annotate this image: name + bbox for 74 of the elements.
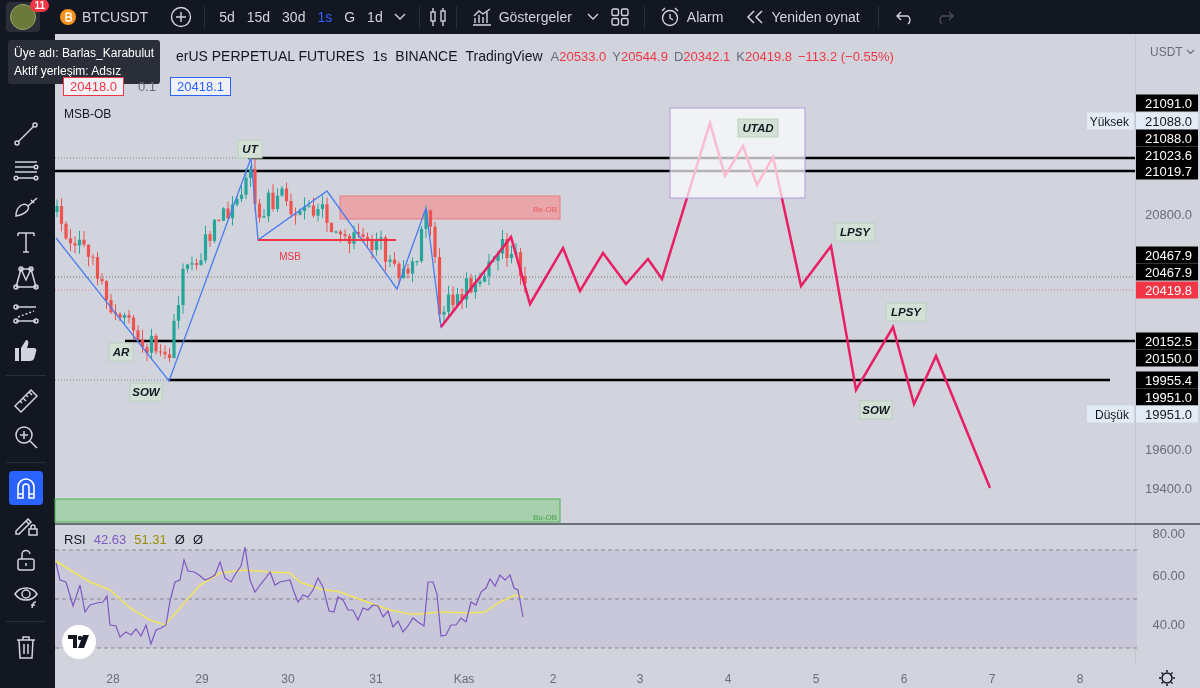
price-tick: 19600.0 [1145,442,1192,457]
interval-tab[interactable]: 5d [213,5,241,29]
symbol-title: erUS PERPETUAL FUTURES [176,48,365,64]
interval-tab[interactable]: 1s [311,5,339,29]
wyckoff-label: UTAD [737,118,779,138]
interval-label: 1s [372,48,388,64]
alarm-button[interactable]: Alarm [652,2,730,32]
tooltip-line: Aktif yerleşim: Adsız [14,63,123,80]
coin-icon [60,9,76,25]
ohlc-value: D20342.1 [673,49,731,64]
rsi-tick: 60.00 [1152,568,1185,583]
symbol-button[interactable]: BTCUSDT [54,5,155,29]
zone-label: Bu-OB [533,513,557,522]
zone-label: Be-OB [533,205,557,214]
time-tick: 8 [1076,672,1084,686]
msb-label: MSB [279,251,301,262]
wyckoff-label: LPSY [834,222,876,242]
rsi-tick: 80.00 [1152,526,1185,541]
sell-price[interactable]: 20418.0 [63,77,124,96]
rsi-average-value: 51.31 [134,532,167,547]
ohlc-value: K20419.8 [736,49,792,64]
time-tick: 29 [195,672,209,686]
indicator-label: MSB-OB [64,107,112,121]
wyckoff-label: SOW [859,400,893,420]
rsi-tick: 40.00 [1152,617,1185,632]
time-tick: 28 [106,672,120,686]
interval-tab[interactable]: 1d [361,5,389,29]
zoom-icon [12,423,40,451]
change-value: −113.2 (−0.55%) [798,49,894,64]
time-tick: 4 [724,672,732,686]
rsi-value: 42.63 [93,532,127,547]
ruler-icon [12,387,40,415]
add-icon[interactable] [170,6,193,28]
rsi-label: RSI [64,532,86,547]
time-tick: 30 [281,672,295,686]
exchange-label: BINANCE [395,48,458,64]
wyckoff-label: LPSY [885,302,927,322]
tooltip-line: Üye adı: Barlas_Karabulut [14,45,155,62]
notification-badge: 11 [30,0,49,12]
wyckoff-label: AR [108,342,134,362]
replay-button[interactable]: Yeniden oynat [739,5,866,29]
wyckoff-label: UT [237,139,263,159]
interval-tab[interactable]: 30d [276,5,312,29]
time-tick: 6 [900,672,908,686]
rewind-icon [745,9,766,25]
interval-tab[interactable]: 15d [240,5,277,29]
time-tick: 31 [369,672,383,686]
time-tick: 2 [549,672,557,686]
caret-icon[interactable] [585,12,600,22]
pattern-icon [12,264,40,292]
indicators-button[interactable]: Göstergeler [464,3,578,31]
time-tick: 3 [636,672,644,686]
price-tick: 19400.0 [1145,481,1192,496]
ohlc-value: A20533.0 [550,49,607,64]
magnet-tool[interactable] [9,471,43,505]
trend-line-icon [12,120,40,148]
caret-icon[interactable] [392,12,407,22]
wyckoff-label: SOW [129,382,163,402]
buy-price[interactable]: 20418.1 [170,77,232,96]
layout-icon[interactable] [609,7,630,27]
source-label: TradingView [465,48,543,64]
time-tick: Kas [453,672,475,686]
currency-label[interactable]: USDT [1150,45,1183,59]
chart-icon [470,7,493,27]
avatar-icon [10,4,36,30]
time-tick: 5 [812,672,820,686]
interval-tab[interactable]: G [338,5,362,29]
rsi-extra-value: Ø [174,532,185,547]
settings-icon[interactable] [1158,669,1176,687]
price-tick: 20800.0 [1145,207,1192,222]
candles-icon[interactable] [427,6,448,28]
time-tick: 7 [988,672,996,686]
ohlc-value: Y20544.9 [612,49,668,64]
rsi-extra-value: Ø [192,532,203,547]
